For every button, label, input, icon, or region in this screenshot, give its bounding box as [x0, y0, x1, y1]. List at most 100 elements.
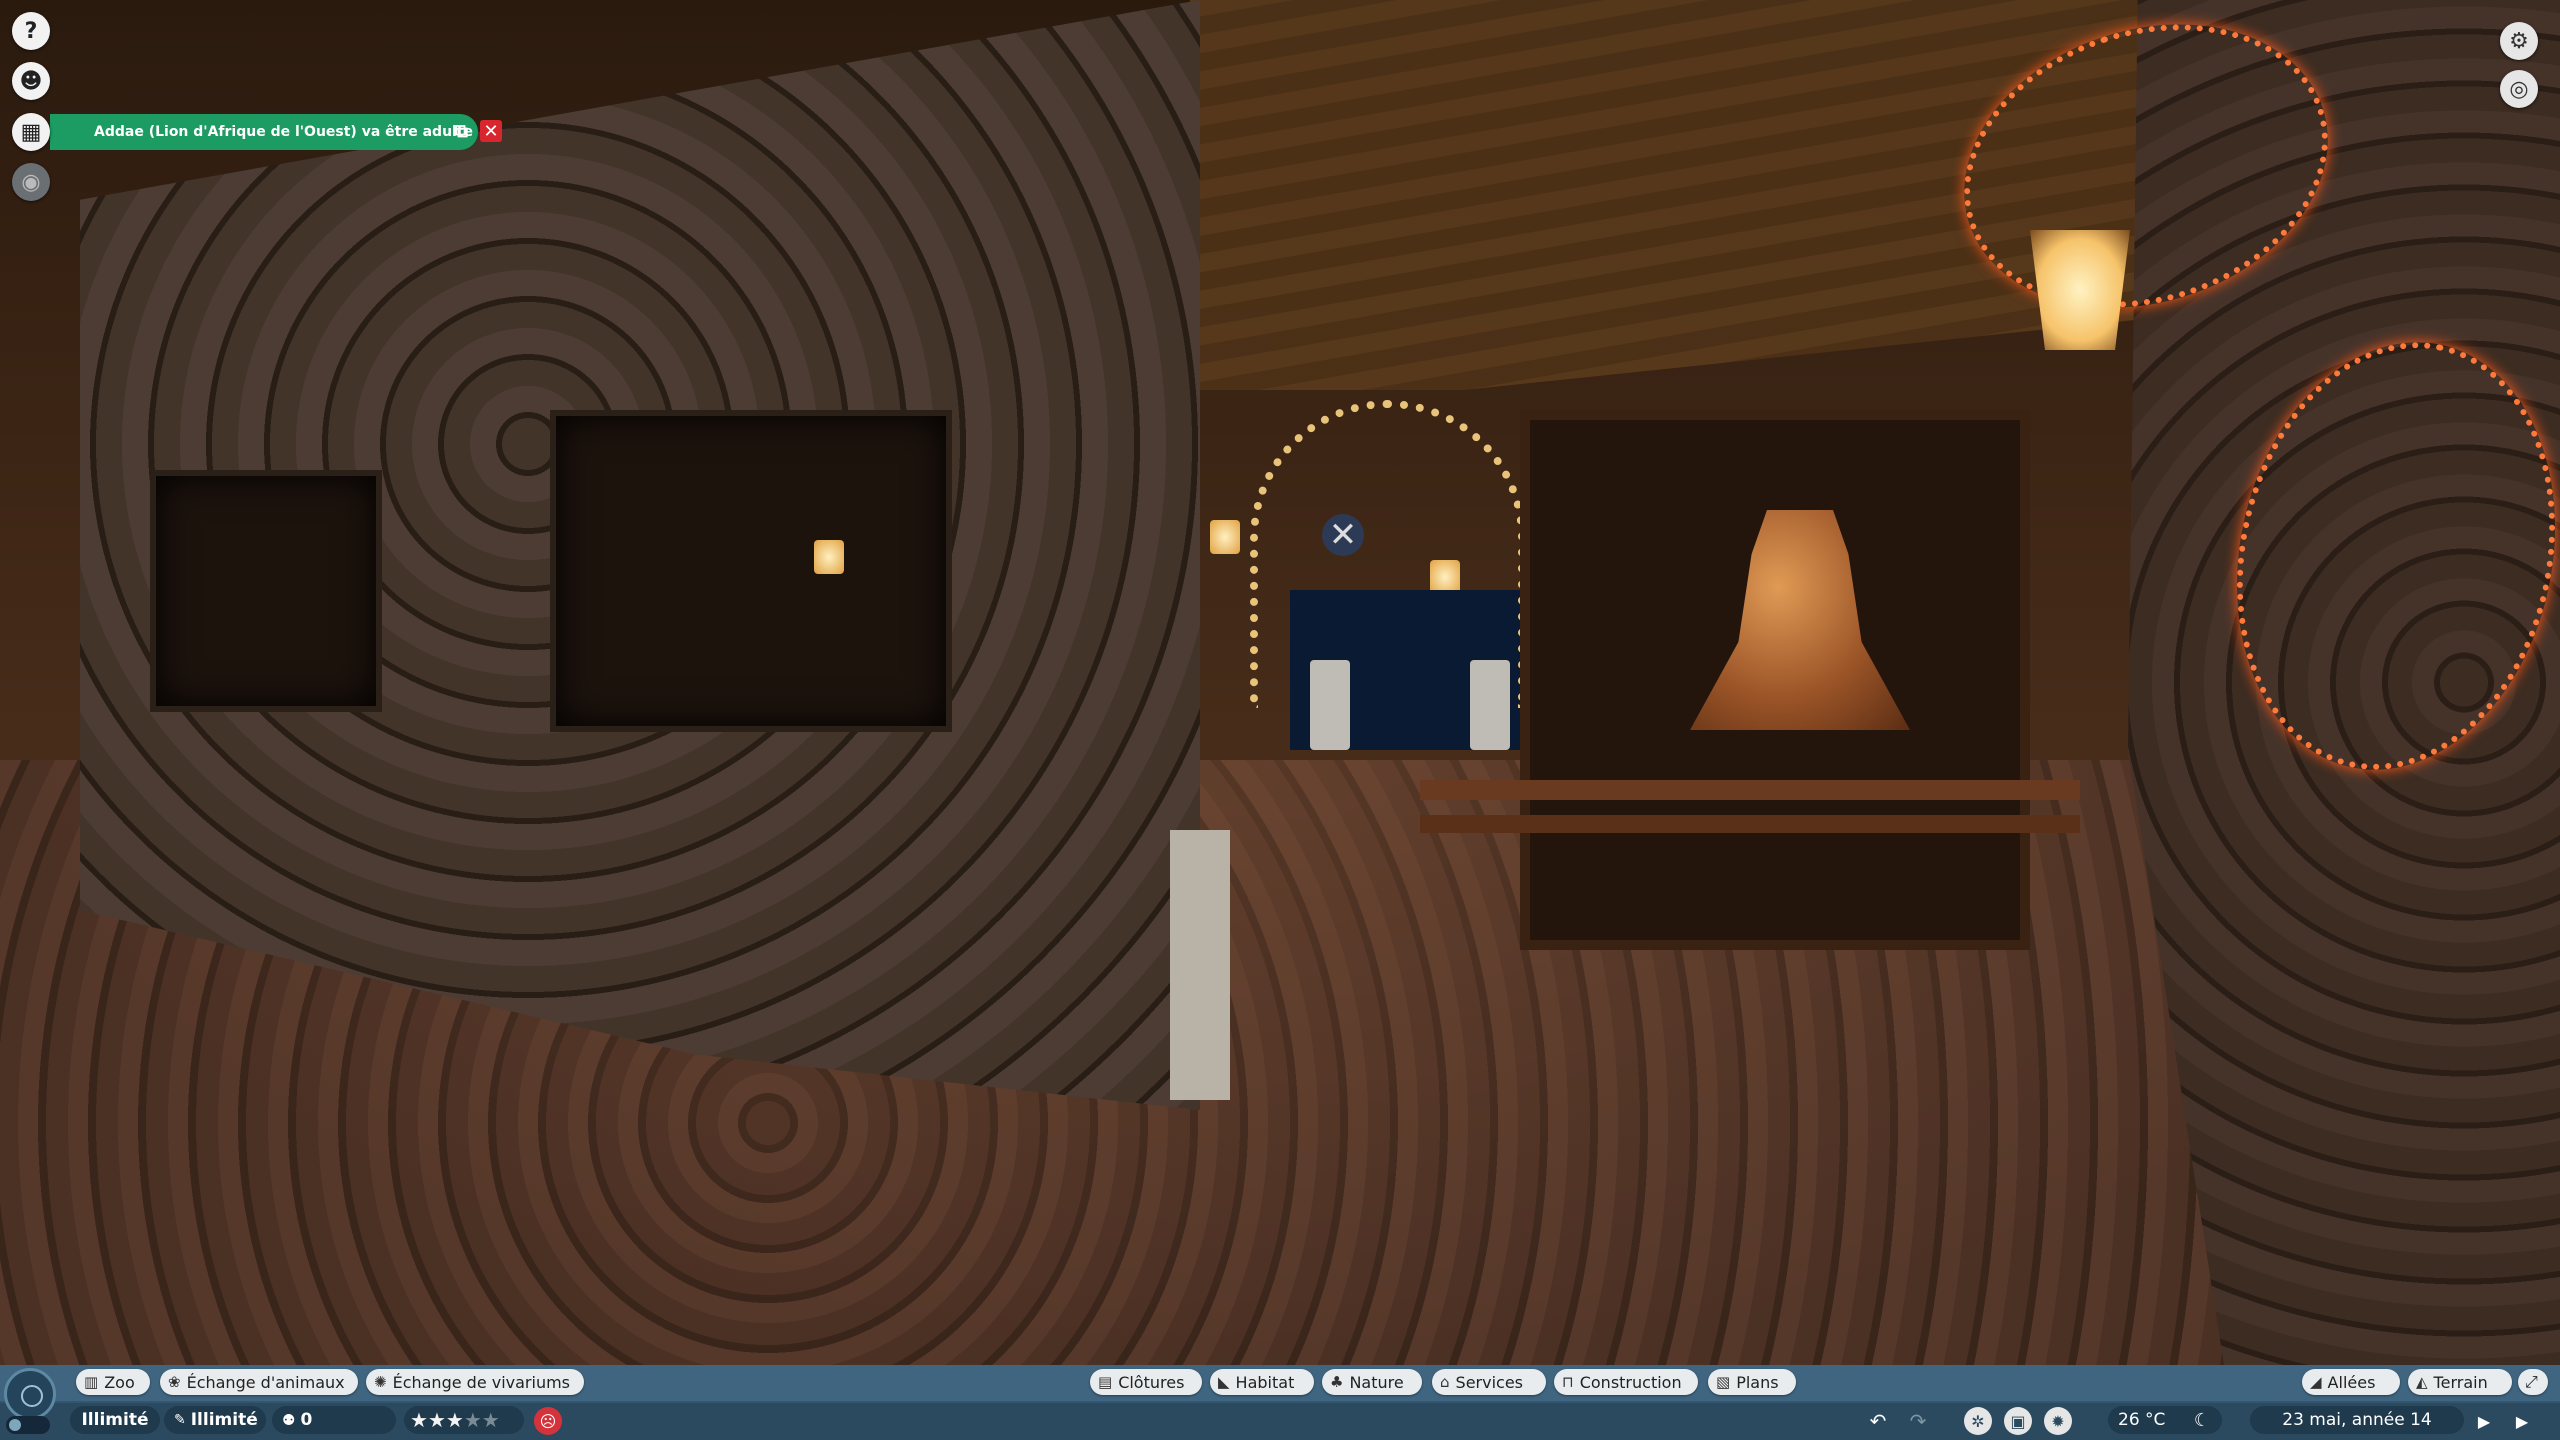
tab-terrain[interactable]: ◭ Terrain	[2408, 1369, 2512, 1395]
fast-forward-button[interactable]: ▶	[2508, 1407, 2536, 1435]
notification-close-button[interactable]: ✕	[480, 120, 502, 142]
tab-construction[interactable]: ⊓ Construction	[1554, 1369, 1698, 1395]
tab-label: Zoo	[104, 1372, 135, 1392]
star-icon: ★	[445, 1408, 464, 1432]
overlay-icon: ▣	[2010, 1411, 2026, 1431]
tab-label: Terrain	[2433, 1372, 2488, 1392]
tab-label: Habitat	[1235, 1372, 1295, 1392]
main-menu-button[interactable]	[4, 1368, 56, 1420]
notification-text: Addae (Lion d'Afrique de l'Ouest) va êtr…	[94, 124, 474, 140]
entrance-turnstile	[1310, 660, 1350, 750]
fence-icon: ▤	[1098, 1373, 1113, 1391]
moon-icon: ☾	[2193, 1409, 2210, 1431]
street-lantern	[2030, 230, 2130, 350]
tab-services[interactable]: ⌂ Services	[1432, 1369, 1546, 1395]
guest-mood-button[interactable]: ☹	[534, 1407, 562, 1435]
overlay-icon: ✲	[1971, 1411, 1985, 1431]
overlay-button-3[interactable]: ✹	[2044, 1407, 2072, 1435]
wooden-fence	[1420, 815, 2080, 833]
weather-display[interactable]: 26 °C ☾	[2108, 1406, 2222, 1434]
tab-label: Nature	[1349, 1372, 1404, 1392]
tab-zoo[interactable]: ▥ Zoo	[76, 1369, 150, 1395]
guests-icon: ⚉	[282, 1411, 296, 1429]
star-icon: ★	[463, 1408, 482, 1432]
undo-button[interactable]: ↶	[1864, 1407, 1892, 1435]
wall-lantern	[1210, 520, 1240, 554]
tab-label: Services	[1455, 1372, 1523, 1392]
zookeeper-button[interactable]: ☻	[12, 62, 50, 100]
camera-view-button[interactable]: ◎	[2500, 70, 2538, 108]
zoo-icon: ▥	[84, 1373, 99, 1391]
game-viewport[interactable]: ✕	[0, 0, 2560, 1365]
building-window	[550, 410, 952, 732]
tab-paths[interactable]: ◢ Allées	[2302, 1369, 2400, 1395]
tab-label: Construction	[1579, 1372, 1682, 1392]
wall-lantern	[814, 540, 844, 574]
shop-icon: ⌂	[1440, 1373, 1450, 1391]
redo-button[interactable]: ↷	[1904, 1407, 1932, 1435]
hud-toggle[interactable]	[6, 1416, 50, 1434]
calendar-button[interactable]: ▦	[12, 113, 50, 151]
star-icon: ★	[410, 1408, 428, 1432]
tab-label: Plans	[1736, 1372, 1779, 1392]
temperature-value: 26 °C	[2118, 1410, 2166, 1430]
tab-label: Allées	[2327, 1372, 2376, 1392]
notification-banner[interactable]: Addae (Lion d'Afrique de l'Ouest) va êtr…	[50, 114, 478, 150]
star-icon: ★	[481, 1408, 500, 1432]
tab-nature[interactable]: ♣ Nature	[1322, 1369, 1422, 1395]
keeper-icon: ☻	[19, 68, 43, 94]
guest-count-display[interactable]: ⚉ 0	[272, 1406, 396, 1434]
path-icon: ◢	[2310, 1373, 2322, 1391]
tab-label: Clôtures	[1118, 1372, 1185, 1392]
zoo-rating[interactable]: ★ ★ ★ ★ ★	[404, 1406, 524, 1434]
eye-icon: ◉	[21, 169, 41, 195]
fast-forward-icon: ▶	[2515, 1411, 2529, 1431]
tab-fences[interactable]: ▤ Clôtures	[1090, 1369, 1202, 1395]
calendar-icon: ▦	[20, 119, 42, 145]
tab-vivarium-exchange[interactable]: ✺ Échange de vivariums	[366, 1369, 584, 1395]
vivarium-icon: ✺	[374, 1373, 387, 1391]
gear-icon: ⚙	[2509, 28, 2529, 54]
overlay-button-1[interactable]: ✲	[1964, 1407, 1992, 1435]
tree-icon: ♣	[1330, 1373, 1344, 1391]
expand-button[interactable]: ⤢	[2518, 1369, 2548, 1395]
money-value: Illimité	[81, 1410, 149, 1430]
eye-icon: ◎	[2509, 76, 2529, 102]
play-icon: ▶	[2477, 1411, 2491, 1431]
tab-label: Échange de vivariums	[392, 1372, 571, 1392]
research-value: Illimité	[190, 1410, 258, 1430]
question-icon: ?	[24, 18, 38, 44]
tab-plans[interactable]: ▧ Plans	[1708, 1369, 1796, 1395]
play-speed-button[interactable]: ▶	[2470, 1407, 2498, 1435]
building-icon: ⊓	[1562, 1373, 1574, 1391]
undo-icon: ↶	[1869, 1409, 1887, 1433]
star-icon: ★	[427, 1408, 446, 1432]
close-icon: ✕	[483, 120, 499, 142]
research-icon: ✎	[174, 1412, 186, 1428]
stone-bollard	[1170, 830, 1230, 1100]
entrance-sign-icon: ✕	[1322, 514, 1364, 556]
help-button[interactable]: ?	[12, 12, 50, 50]
entrance-turnstile	[1470, 660, 1510, 750]
blueprint-icon: ▧	[1716, 1373, 1731, 1391]
date-value: 23 mai, année 14	[2282, 1410, 2432, 1430]
building-window	[150, 470, 382, 712]
view-button[interactable]: ◉	[12, 163, 50, 201]
date-display[interactable]: 23 mai, année 14	[2250, 1406, 2464, 1434]
expand-icon: ⤢	[2525, 1372, 2538, 1391]
tab-habitat[interactable]: ◣ Habitat	[1210, 1369, 1314, 1395]
overlay-button-2[interactable]: ▣	[2004, 1407, 2032, 1435]
external-link-icon[interactable]: ⧉	[455, 121, 468, 142]
habitat-icon: ◣	[1218, 1373, 1230, 1391]
money-display[interactable]: Illimité	[70, 1406, 160, 1434]
tab-animal-exchange[interactable]: ❀ Échange d'animaux	[160, 1369, 358, 1395]
research-display[interactable]: ✎ Illimité	[164, 1406, 266, 1434]
settings-button[interactable]: ⚙	[2500, 22, 2538, 60]
overlay-icon: ✹	[2051, 1411, 2065, 1431]
tab-label: Échange d'animaux	[186, 1372, 345, 1392]
sad-face-icon: ☹	[539, 1411, 557, 1431]
guest-count: 0	[300, 1410, 313, 1430]
redo-icon: ↷	[1909, 1409, 1927, 1433]
terrain-icon: ◭	[2416, 1373, 2428, 1391]
paw-icon: ❀	[168, 1373, 181, 1391]
